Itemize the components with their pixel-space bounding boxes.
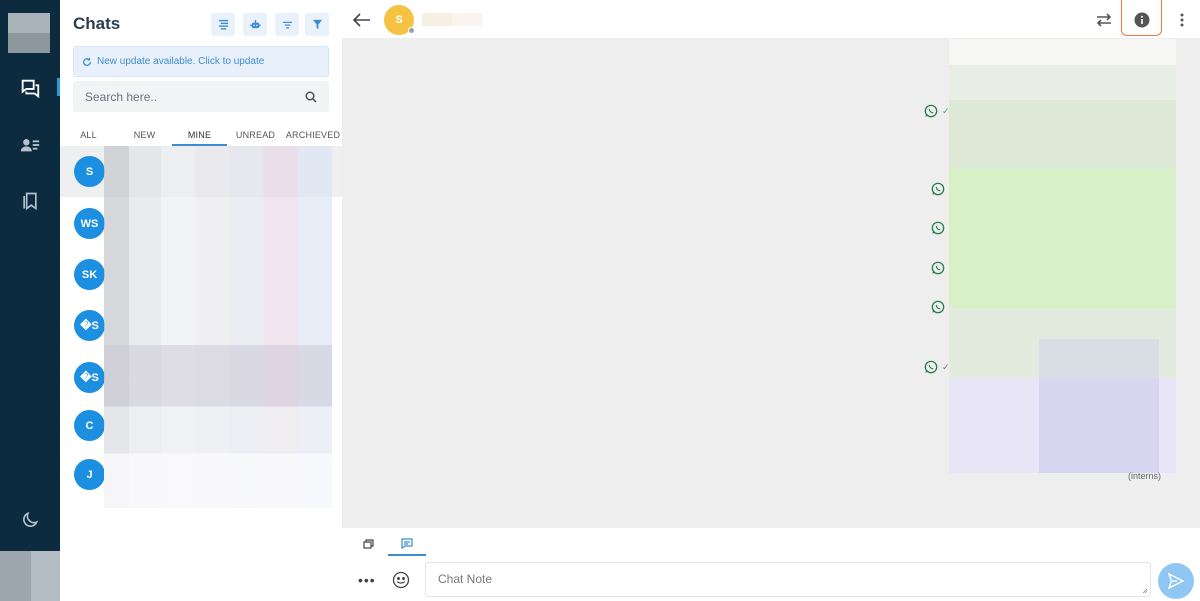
user-avatar[interactable]	[8, 13, 50, 53]
emoji-icon[interactable]	[392, 571, 410, 589]
bookmarks-nav-icon[interactable]	[18, 189, 42, 213]
avatar: SK	[74, 259, 105, 290]
avatar: J	[74, 459, 105, 490]
redacted-chat-details-overlay	[104, 146, 332, 508]
chat-tabs: ALL NEW MINE UNREAD ARCHIEVED	[60, 126, 342, 146]
funnel-filter-button[interactable]	[305, 13, 329, 36]
tab-all[interactable]: ALL	[60, 126, 117, 146]
redacted-message-image	[1039, 339, 1159, 473]
send-button[interactable]	[1158, 563, 1194, 599]
whatsapp-icon	[931, 261, 945, 275]
transfer-arrows-icon	[1096, 13, 1112, 27]
more-options-button[interactable]	[1171, 9, 1193, 31]
search-input[interactable]	[85, 89, 305, 104]
avatar: �S	[74, 362, 105, 393]
delivered-tick-icon: ✓	[942, 106, 950, 116]
composer: •••	[342, 528, 1200, 601]
avatar: S	[74, 156, 105, 187]
avatar: WS	[74, 208, 105, 239]
conversation-header: S	[342, 0, 1200, 39]
tab-archieved[interactable]: ARCHIEVED	[284, 126, 342, 146]
page-title: Chats	[73, 14, 121, 33]
info-button[interactable]	[1131, 9, 1153, 31]
tab-new[interactable]: NEW	[117, 126, 172, 146]
sort-icon	[218, 19, 228, 30]
tab-note[interactable]	[388, 532, 426, 556]
sent-tick-icon: ✓	[942, 362, 950, 372]
list-filter-button[interactable]	[275, 13, 299, 36]
chats-nav-icon[interactable]	[18, 76, 42, 100]
transfer-button[interactable]	[1093, 9, 1115, 31]
refresh-icon	[83, 57, 91, 66]
resize-grip-icon[interactable]	[1142, 588, 1148, 594]
arrow-left-icon	[353, 13, 370, 27]
sort-button[interactable]	[211, 13, 235, 36]
chat-list-panel: Chats New update available. Click to upd…	[60, 0, 342, 601]
send-icon	[1167, 572, 1185, 590]
filter-lines-icon	[282, 21, 292, 29]
tab-unread[interactable]: UNREAD	[227, 126, 284, 146]
left-rail	[0, 0, 60, 601]
chat-note-field[interactable]	[425, 562, 1151, 597]
whatsapp-icon	[931, 300, 945, 314]
funnel-icon	[312, 19, 322, 30]
info-icon	[1134, 12, 1150, 28]
redacted-contact-name	[422, 13, 482, 26]
bot-button[interactable]	[243, 13, 267, 36]
conversation-pane: S ✓ ✓ (interns) •••	[342, 0, 1200, 601]
note-icon	[401, 537, 413, 549]
status-indicator	[408, 27, 415, 34]
chat-note-input[interactable]	[438, 572, 1138, 587]
avatar: C	[74, 410, 105, 441]
copy-icon	[363, 538, 374, 549]
whatsapp-icon	[924, 360, 938, 374]
search-icon	[305, 91, 317, 102]
moon-icon[interactable]	[18, 508, 42, 532]
team-label: (interns)	[1128, 471, 1162, 481]
avatar: �S	[74, 310, 105, 341]
contacts-nav-icon[interactable]	[18, 133, 42, 157]
search-box[interactable]	[73, 81, 329, 112]
more-actions-button[interactable]: •••	[358, 572, 376, 588]
whatsapp-icon	[924, 104, 938, 118]
bot-icon	[249, 19, 261, 29]
tab-reply[interactable]	[351, 532, 387, 556]
back-button[interactable]	[352, 10, 372, 30]
message-area: ✓ ✓ (interns)	[342, 39, 1200, 528]
whatsapp-icon	[931, 182, 945, 196]
kebab-menu-icon	[1180, 13, 1184, 27]
update-banner[interactable]: New update available. Click to update	[73, 46, 329, 77]
tab-mine[interactable]: MINE	[172, 126, 227, 146]
update-banner-text: New update available. Click to update	[97, 56, 265, 67]
whatsapp-icon	[931, 221, 945, 235]
